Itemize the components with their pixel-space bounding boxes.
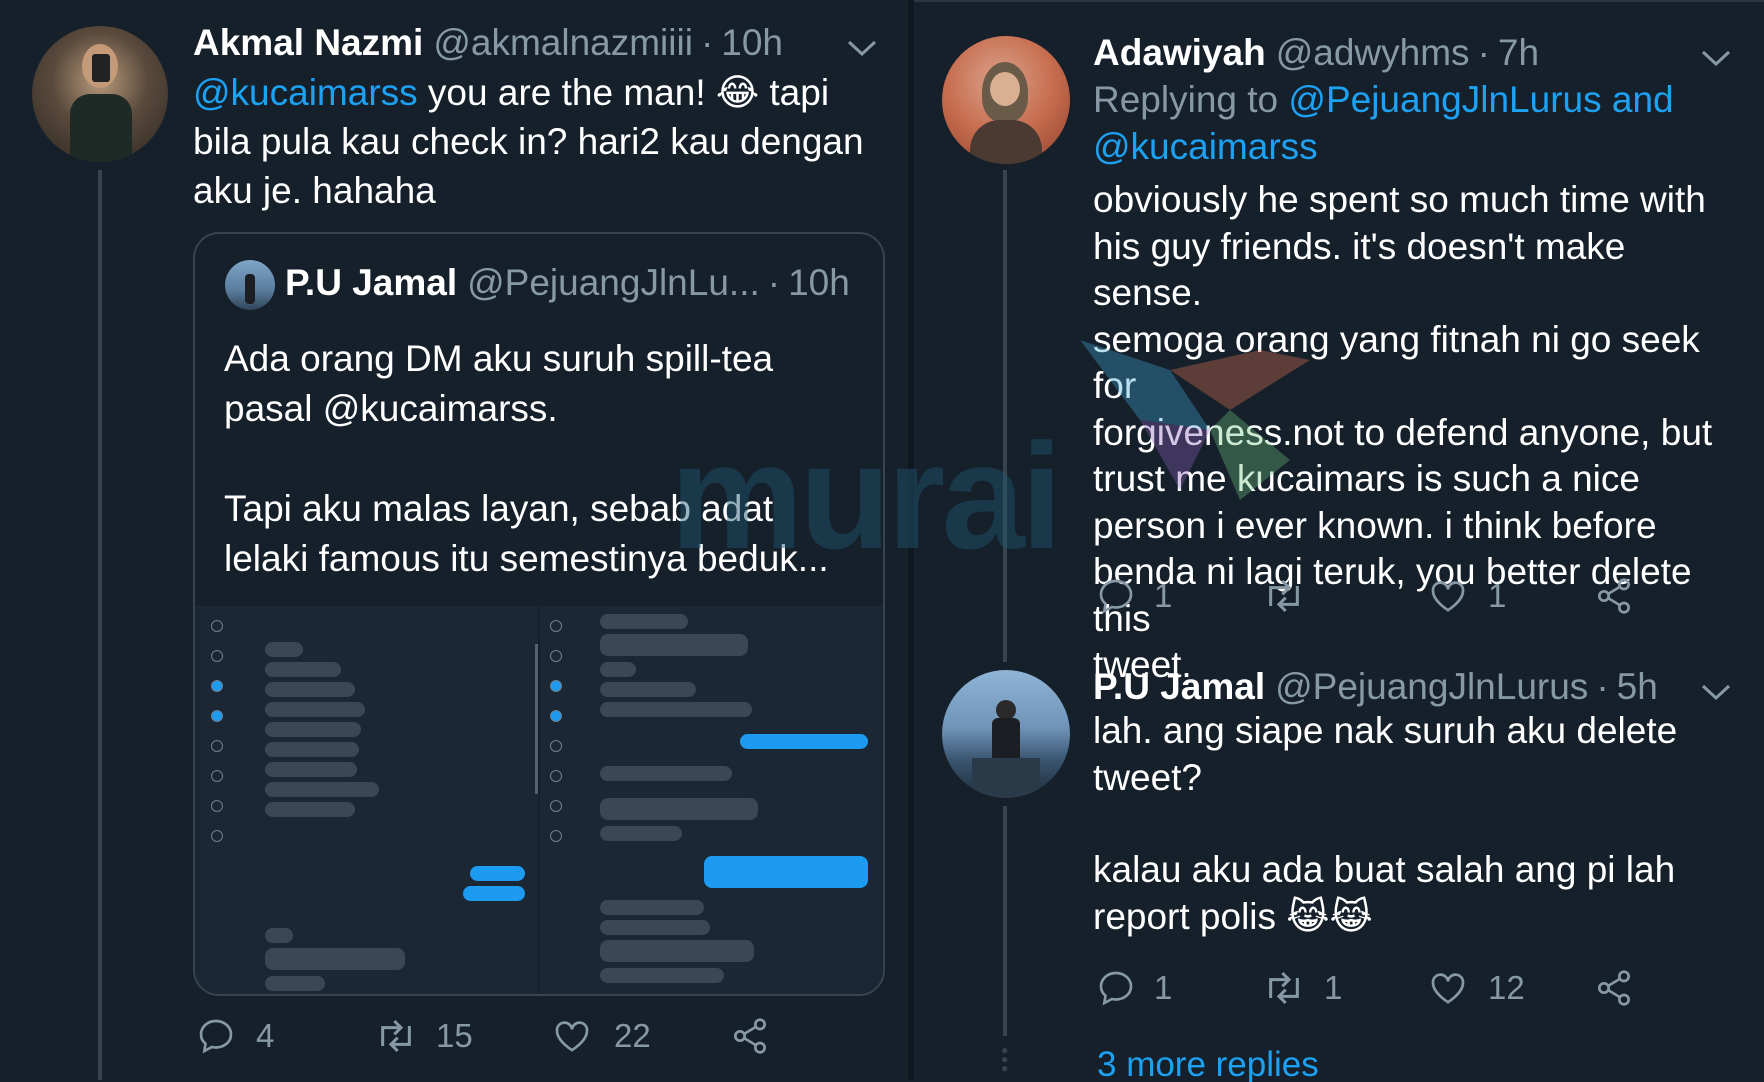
tweet-time[interactable]: 10h — [721, 22, 783, 64]
author-name[interactable]: Adawiyah — [1093, 32, 1266, 74]
more-dots: ● ● ● — [1001, 1043, 1009, 1075]
reply-icon — [1099, 971, 1133, 1006]
author-handle[interactable]: @adwyhms — [1276, 32, 1470, 74]
reply-1-actions: 1 1 — [1096, 576, 1634, 616]
tweet-time[interactable]: 5h — [1617, 666, 1658, 708]
retweet-icon — [1269, 579, 1299, 613]
share-button[interactable] — [730, 1016, 770, 1056]
pu-jamal-avatar[interactable] — [942, 670, 1070, 798]
tweet-text-line: his guy friends. it's doesn't make sense… — [1093, 225, 1626, 314]
like-button[interactable]: 12 — [1428, 968, 1594, 1008]
author-handle[interactable]: @PejuangJlnLurus — [1275, 666, 1588, 708]
like-button[interactable]: 22 — [552, 1016, 730, 1056]
quoted-header: P.U Jamal @PejuangJlnLu... · 10h — [285, 262, 850, 304]
like-count: 22 — [614, 1017, 651, 1054]
tweet-text: @kucaimarss you are the man! 😂 tapi bila… — [193, 68, 893, 215]
share-button[interactable] — [1594, 576, 1634, 616]
mention-link[interactable]: @PejuangJlnLurus and — [1288, 79, 1673, 120]
tweet-text-line: report polis 😹😹 — [1093, 895, 1373, 937]
retweet-button[interactable] — [1262, 576, 1428, 616]
tweet-text-line: lah. ang siape nak suruh aku delete — [1093, 710, 1678, 751]
quoted-text-line: lelaki famous itu semestinya beduk... — [224, 538, 829, 579]
like-icon — [555, 1021, 589, 1052]
chevron-down-icon[interactable] — [1700, 682, 1732, 702]
like-icon — [1431, 581, 1465, 612]
separator-dot: · — [767, 262, 781, 303]
tweet-text-line: you are the man! 😂 tapi — [417, 72, 830, 113]
dm-screenshot-1[interactable] — [195, 606, 538, 994]
thread-line — [1003, 806, 1007, 1036]
tweet-text-line: person i ever known. i think before — [1093, 504, 1657, 546]
quoted-text-line: pasal @kucaimarss. — [224, 388, 558, 429]
tweet-text-line: bila pula kau check in? hari2 kau dengan — [193, 121, 864, 162]
share-icon — [1598, 970, 1630, 1006]
replying-to: Replying to @PejuangJlnLurus and @kucaim… — [1093, 76, 1743, 170]
adawiyah-avatar[interactable] — [942, 36, 1070, 164]
retweet-icon — [1269, 971, 1299, 1005]
reply-2-header: P.U Jamal @PejuangJlnLurus · 5h — [1093, 666, 1658, 708]
author-name[interactable]: Akmal Nazmi — [193, 22, 423, 64]
like-count: 12 — [1488, 969, 1525, 1006]
reply-count: 1 — [1154, 577, 1173, 614]
tweet-header: Akmal Nazmi @akmalnazmiiii · 10h — [193, 22, 783, 64]
thread-line — [98, 170, 102, 1080]
quoted-text-line: Ada orang DM aku suruh spill-tea — [224, 338, 774, 379]
tweet-text-line: trust me kucaimars is such a nice — [1093, 458, 1640, 499]
thread-line — [1003, 170, 1007, 662]
like-count: 1 — [1488, 577, 1507, 614]
retweet-button[interactable]: 1 — [1262, 968, 1428, 1008]
quoted-author-name: P.U Jamal — [285, 262, 458, 303]
dm-screenshot-2[interactable] — [540, 606, 883, 994]
akmal-avatar[interactable] — [32, 26, 168, 162]
reply-1-header: Adawiyah @adwyhms · 7h — [1093, 32, 1539, 74]
pu-jamal-avatar — [225, 260, 275, 310]
reply-icon — [199, 1019, 233, 1054]
tweet-text-line: aku je. hahaha — [193, 170, 436, 211]
reply-icon — [1099, 579, 1133, 614]
share-icon — [1598, 578, 1630, 614]
more-replies-link[interactable]: 3 more replies — [1097, 1040, 1319, 1082]
separator-dot: · — [1596, 666, 1609, 707]
reply-count: 1 — [1154, 969, 1173, 1006]
author-handle[interactable]: @akmalnazmiiii — [433, 22, 693, 64]
reply-2-text: lah. ang siape nak suruh aku delete twee… — [1093, 708, 1743, 940]
quoted-text: Ada orang DM aku suruh spill-tea pasal @… — [224, 334, 864, 584]
tweet-time[interactable]: 7h — [1498, 32, 1539, 74]
right-replies-panel: Adawiyah @adwyhms · 7h Replying to @Peju… — [914, 0, 1764, 1082]
like-icon — [1431, 973, 1465, 1004]
quoted-time: 10h — [788, 262, 850, 303]
share-icon — [734, 1018, 766, 1054]
tweet-text-line: forgiveness.not to defend anyone, but — [1093, 411, 1713, 453]
mention-link[interactable]: @kucaimarss — [1093, 126, 1318, 167]
tweet-text-line: kalau aku ada buat salah ang pi lah — [1093, 849, 1676, 890]
tweet-text-line: obviously he spent so much time with — [1093, 179, 1706, 220]
quoted-author-handle: @PejuangJlnLu... — [467, 262, 760, 303]
author-name[interactable]: P.U Jamal — [1093, 666, 1265, 708]
share-button[interactable] — [1594, 968, 1634, 1008]
retweet-count: 15 — [436, 1017, 473, 1054]
quoted-text-line: Tapi aku malas layan, sebab adat — [224, 488, 774, 529]
like-button[interactable]: 1 — [1428, 576, 1594, 616]
retweet-button[interactable]: 15 — [374, 1016, 552, 1056]
retweet-icon — [381, 1019, 411, 1053]
reply-button[interactable]: 4 — [196, 1016, 374, 1056]
separator-dot: · — [700, 22, 714, 63]
reply-count: 4 — [256, 1017, 275, 1054]
chevron-down-icon[interactable] — [1700, 48, 1732, 68]
tweet-actions: 4 15 22 — [196, 1016, 770, 1056]
reply-2-actions: 1 1 12 — [1096, 968, 1634, 1008]
quoted-tweet-card[interactable]: P.U Jamal @PejuangJlnLu... · 10h Ada ora… — [193, 232, 885, 996]
tweet-text-line: semoga orang yang fitnah ni go seek for — [1093, 318, 1700, 407]
chevron-down-icon[interactable] — [846, 38, 878, 58]
tweet-text-line: tweet? — [1093, 756, 1203, 798]
reply-button[interactable]: 1 — [1096, 576, 1262, 616]
retweet-count: 1 — [1324, 969, 1343, 1006]
reply-button[interactable]: 1 — [1096, 968, 1262, 1008]
separator-dot: · — [1477, 32, 1490, 73]
replying-to-label: Replying to — [1093, 79, 1279, 120]
left-tweet-panel: Akmal Nazmi @akmalnazmiiii · 10h @kucaim… — [0, 0, 908, 1080]
mention-link[interactable]: @kucaimarss — [193, 72, 418, 113]
